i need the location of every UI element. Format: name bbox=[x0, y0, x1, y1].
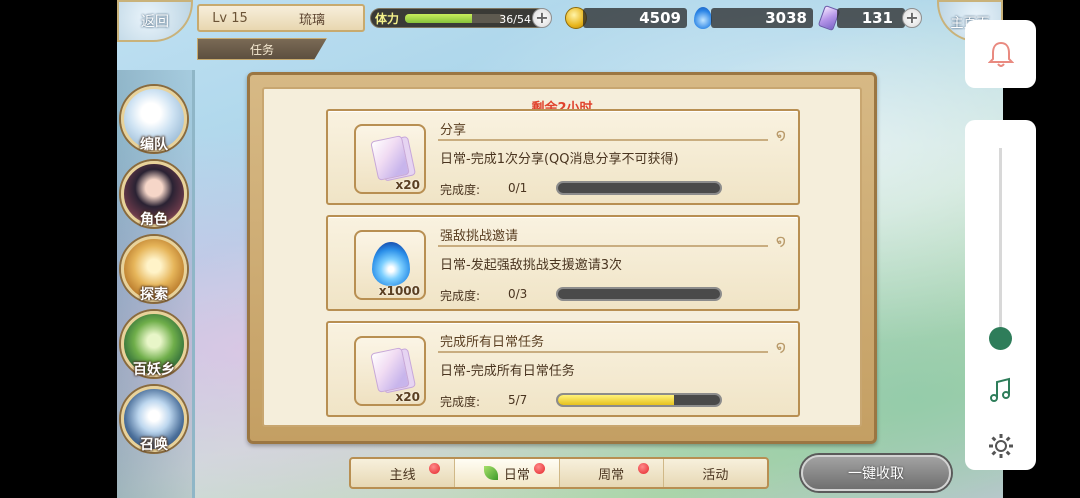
reward-box[interactable]: x1000 bbox=[354, 230, 426, 300]
reward-quantity: x20 bbox=[395, 178, 420, 192]
nav-village-label: 百妖乡 bbox=[133, 362, 175, 378]
player-plate: Lv 15 琉璃 bbox=[197, 4, 365, 32]
add-stamina-button[interactable]: + bbox=[532, 8, 552, 28]
nav-character-label: 角色 bbox=[140, 212, 168, 228]
card-icon bbox=[370, 347, 410, 393]
reward-box[interactable]: x20 bbox=[354, 336, 426, 406]
nav-summon-label: 召唤 bbox=[140, 437, 168, 453]
swirl-ornament-icon: ໑ bbox=[775, 231, 786, 250]
add-crystal-button[interactable]: + bbox=[902, 8, 922, 28]
divider bbox=[438, 245, 768, 247]
nav-character[interactable]: 角色 bbox=[121, 161, 187, 228]
tab-label: 活动 bbox=[702, 467, 729, 483]
notification-dot-icon bbox=[533, 463, 545, 474]
progress-bar bbox=[556, 287, 722, 301]
tab-label: 日常 bbox=[503, 467, 530, 483]
nav-village[interactable]: 百妖乡 bbox=[121, 311, 187, 378]
stamina-track bbox=[405, 14, 505, 23]
section-label: 任务 bbox=[249, 42, 274, 57]
progress-value: 0/1 bbox=[508, 181, 528, 195]
bell-icon bbox=[987, 41, 1014, 67]
tab-label: 周常 bbox=[598, 467, 625, 483]
stamina-label: 体力 bbox=[375, 12, 400, 26]
section-title: 任务 bbox=[197, 38, 327, 60]
gear-icon[interactable] bbox=[987, 432, 1015, 460]
gold-value: 4509 bbox=[639, 9, 681, 27]
stamina-value: 36/54 bbox=[499, 13, 531, 26]
task-panel: 剩余2小时 x20 分享 ໑ 日常-完成1次分享(QQ消息分享不可获得) 完成度… bbox=[247, 72, 877, 444]
soul-fire-counter: 3038 bbox=[711, 8, 813, 28]
volume-panel bbox=[965, 120, 1036, 470]
tab-label: 主线 bbox=[389, 467, 416, 483]
blue-fire-icon bbox=[372, 242, 410, 286]
task-title: 完成所有日常任务 bbox=[440, 335, 545, 350]
volume-slider-handle[interactable] bbox=[989, 327, 1012, 350]
back-label: 返回 bbox=[141, 14, 169, 30]
tab-event[interactable]: 活动 bbox=[664, 459, 767, 487]
nav-explore[interactable]: 探索 bbox=[121, 236, 187, 303]
collect-all-button[interactable]: 一键收取 bbox=[801, 455, 951, 491]
progress-bar bbox=[556, 181, 722, 195]
notification-toggle[interactable] bbox=[965, 20, 1036, 88]
tab-weekly[interactable]: 周常 bbox=[560, 459, 664, 487]
divider bbox=[438, 139, 768, 141]
top-bar: 返回 Lv 15 琉璃 任务 体力 36/54 + 4509 3038 131 bbox=[117, 0, 1003, 60]
game-screen: 返回 Lv 15 琉璃 任务 体力 36/54 + 4509 3038 131 bbox=[117, 0, 1003, 498]
swirl-ornament-icon: ໑ bbox=[775, 337, 786, 356]
music-note-icon[interactable] bbox=[987, 376, 1015, 404]
task-title: 分享 bbox=[440, 123, 467, 138]
crystal-value: 131 bbox=[861, 9, 893, 27]
player-name: 琉璃 bbox=[298, 12, 325, 28]
notification-dot-icon bbox=[637, 463, 649, 474]
volume-track[interactable] bbox=[999, 148, 1002, 348]
tab-main-story[interactable]: 主线 bbox=[351, 459, 456, 487]
progress-value: 5/7 bbox=[508, 393, 528, 407]
task-description: 日常-发起强敌挑战支援邀请3次 bbox=[440, 258, 622, 273]
task-title: 强敌挑战邀请 bbox=[440, 229, 519, 244]
crystal-counter: 131 bbox=[837, 8, 905, 28]
reward-box[interactable]: x20 bbox=[354, 124, 426, 194]
collect-all-label: 一键收取 bbox=[848, 466, 904, 482]
progress-bar bbox=[556, 393, 722, 407]
task-panel-inner: 剩余2小时 x20 分享 ໑ 日常-完成1次分享(QQ消息分享不可获得) 完成度… bbox=[262, 87, 862, 427]
progress-fill bbox=[558, 395, 674, 405]
task-card: x20 完成所有日常任务 ໑ 日常-完成所有日常任务 完成度: 5/7 bbox=[326, 321, 800, 417]
soul-fire-value: 3038 bbox=[765, 9, 807, 27]
nav-summon[interactable]: 召唤 bbox=[121, 386, 187, 453]
side-nav: 编队 角色 探索 百妖乡 召唤 bbox=[117, 70, 195, 498]
notification-dot-icon bbox=[429, 463, 441, 474]
reward-quantity: x20 bbox=[395, 390, 420, 404]
swirl-ornament-icon: ໑ bbox=[775, 125, 786, 144]
nav-formation-label: 编队 bbox=[140, 137, 168, 153]
stamina-bar: 体力 36/54 bbox=[370, 8, 548, 28]
progress-label: 完成度: bbox=[440, 395, 481, 409]
progress-label: 完成度: bbox=[440, 289, 481, 303]
nav-formation[interactable]: 编队 bbox=[121, 86, 187, 153]
progress-value: 0/3 bbox=[508, 287, 528, 301]
task-card: x1000 强敌挑战邀请 ໑ 日常-发起强敌挑战支援邀请3次 完成度: 0/3 bbox=[326, 215, 800, 311]
soul-fire-icon bbox=[694, 7, 712, 29]
task-description: 日常-完成所有日常任务 bbox=[440, 364, 575, 379]
gold-counter: 4509 bbox=[583, 8, 687, 28]
progress-label: 完成度: bbox=[440, 183, 481, 197]
stamina-fill bbox=[405, 14, 472, 23]
task-tabs: 主线 日常 周常 活动 bbox=[349, 457, 769, 489]
card-icon bbox=[370, 135, 410, 181]
leaf-icon bbox=[483, 466, 498, 480]
tab-daily[interactable]: 日常 bbox=[455, 459, 560, 487]
task-card: x20 分享 ໑ 日常-完成1次分享(QQ消息分享不可获得) 完成度: 0/1 bbox=[326, 109, 800, 205]
divider bbox=[438, 351, 768, 353]
player-level: Lv 15 bbox=[212, 10, 248, 26]
nav-explore-label: 探索 bbox=[140, 287, 168, 303]
back-button[interactable]: 返回 bbox=[117, 0, 193, 42]
task-description: 日常-完成1次分享(QQ消息分享不可获得) bbox=[440, 152, 679, 167]
reward-quantity: x1000 bbox=[378, 284, 420, 298]
